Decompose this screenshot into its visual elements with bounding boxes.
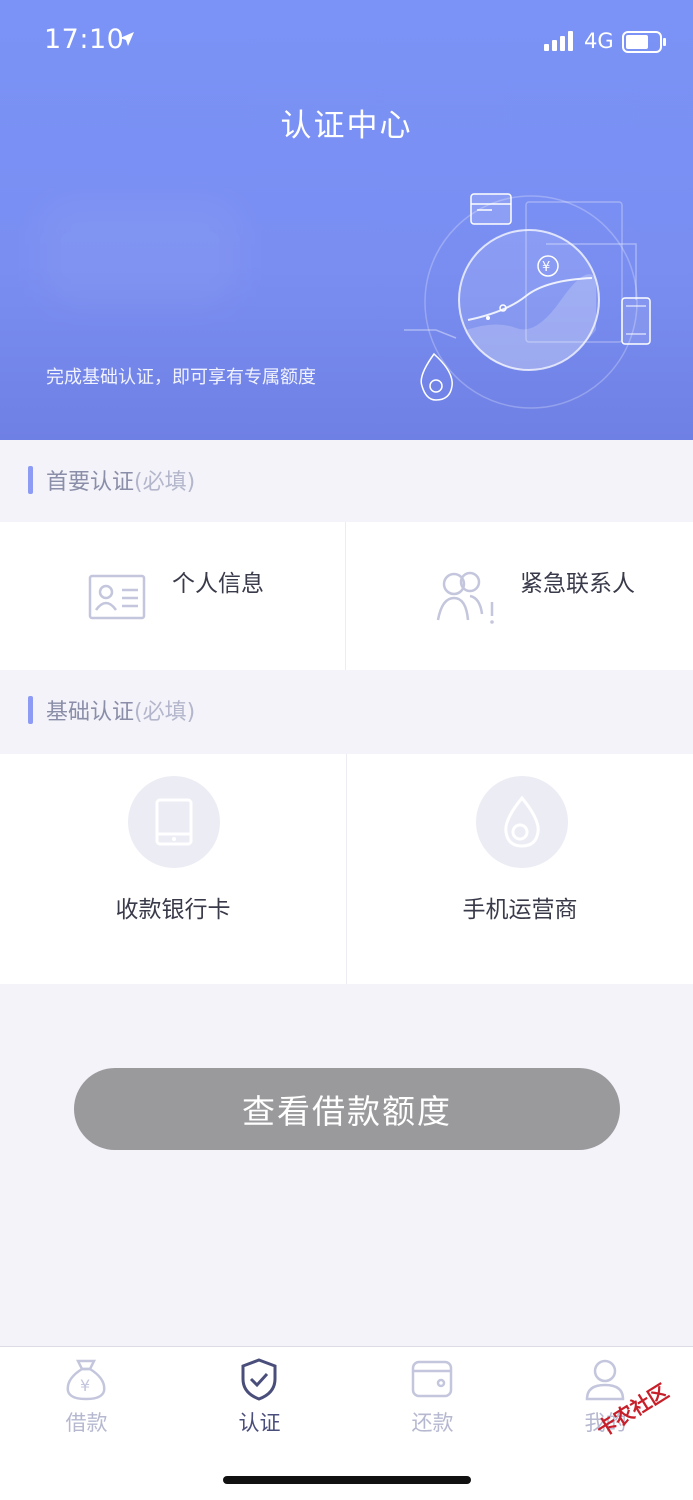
section-title: 基础认证(必填) — [46, 694, 195, 726]
bank-card-icon-circle — [128, 776, 220, 868]
section-title: 首要认证(必填) — [46, 464, 195, 496]
carrier-drop-icon — [504, 795, 540, 848]
signal-icon — [544, 31, 573, 51]
wallet-icon — [411, 1360, 453, 1398]
page-title: 认证中心 — [280, 108, 413, 144]
finance-illustration-icon: ¥ — [404, 193, 651, 409]
primary-section-header: 首要认证(必填) — [0, 440, 693, 522]
network-type: 4G — [584, 29, 614, 53]
section-title-text: 首要认证 — [46, 470, 135, 495]
contacts-icon — [436, 571, 494, 624]
basic-card-row: 收款银行卡 手机运营商 — [0, 754, 693, 984]
tab-repay-label: 还款 — [411, 1411, 454, 1435]
section-title-text: 基础认证 — [46, 700, 135, 725]
status-time: 17:10 — [44, 24, 125, 55]
section-accent-bar — [28, 696, 33, 724]
battery-icon — [622, 31, 666, 53]
emergency-contact-card[interactable]: 紧急联系人 — [346, 522, 693, 670]
bank-card-label: 收款银行卡 — [115, 897, 231, 923]
bank-card-card[interactable]: 收款银行卡 — [0, 754, 346, 984]
home-indicator[interactable] — [223, 1476, 471, 1484]
svg-text:¥: ¥ — [542, 260, 550, 275]
personal-info-card[interactable]: 个人信息 — [0, 522, 345, 670]
carrier-icon-circle — [476, 776, 568, 868]
basic-section-header: 基础认证(必填) — [0, 670, 693, 752]
section-accent-bar — [28, 466, 33, 494]
personal-info-label: 个人信息 — [172, 571, 264, 597]
tab-repay[interactable]: 还款 — [346, 1347, 519, 1447]
banner-glow — [40, 200, 240, 310]
tab-verify[interactable]: 认证 — [173, 1347, 346, 1447]
header-banner: 17:10 4G 认证中心 完成基础认证，即可享有专属额度 ¥ — [0, 0, 693, 440]
view-loan-limit-button[interactable]: 查看借款额度 — [74, 1068, 620, 1150]
location-arrow-icon — [120, 32, 134, 46]
required-note: (必填) — [134, 470, 196, 495]
money-bag-icon: ¥ — [66, 1359, 106, 1401]
status-bar: 17:10 4G — [0, 0, 693, 80]
id-card-icon — [88, 574, 146, 620]
carrier-label: 手机运营商 — [462, 897, 578, 923]
shield-check-icon — [241, 1358, 277, 1401]
tab-loan[interactable]: ¥ 借款 — [0, 1347, 173, 1447]
user-icon — [585, 1359, 625, 1401]
required-note: (必填) — [134, 700, 196, 725]
emergency-contact-label: 紧急联系人 — [520, 571, 635, 597]
tab-loan-label: 借款 — [65, 1411, 108, 1435]
primary-card-row: 个人信息 紧急联系人 — [0, 522, 693, 670]
tab-verify-label: 认证 — [238, 1411, 281, 1435]
svg-text:¥: ¥ — [80, 1376, 90, 1395]
page-subtitle: 完成基础认证，即可享有专属额度 — [46, 367, 316, 388]
carrier-card[interactable]: 手机运营商 — [347, 754, 693, 984]
phone-card-icon — [155, 798, 193, 846]
page: 17:10 4G 认证中心 完成基础认证，即可享有专属额度 ¥ 首要认证(必填)… — [0, 0, 693, 1500]
